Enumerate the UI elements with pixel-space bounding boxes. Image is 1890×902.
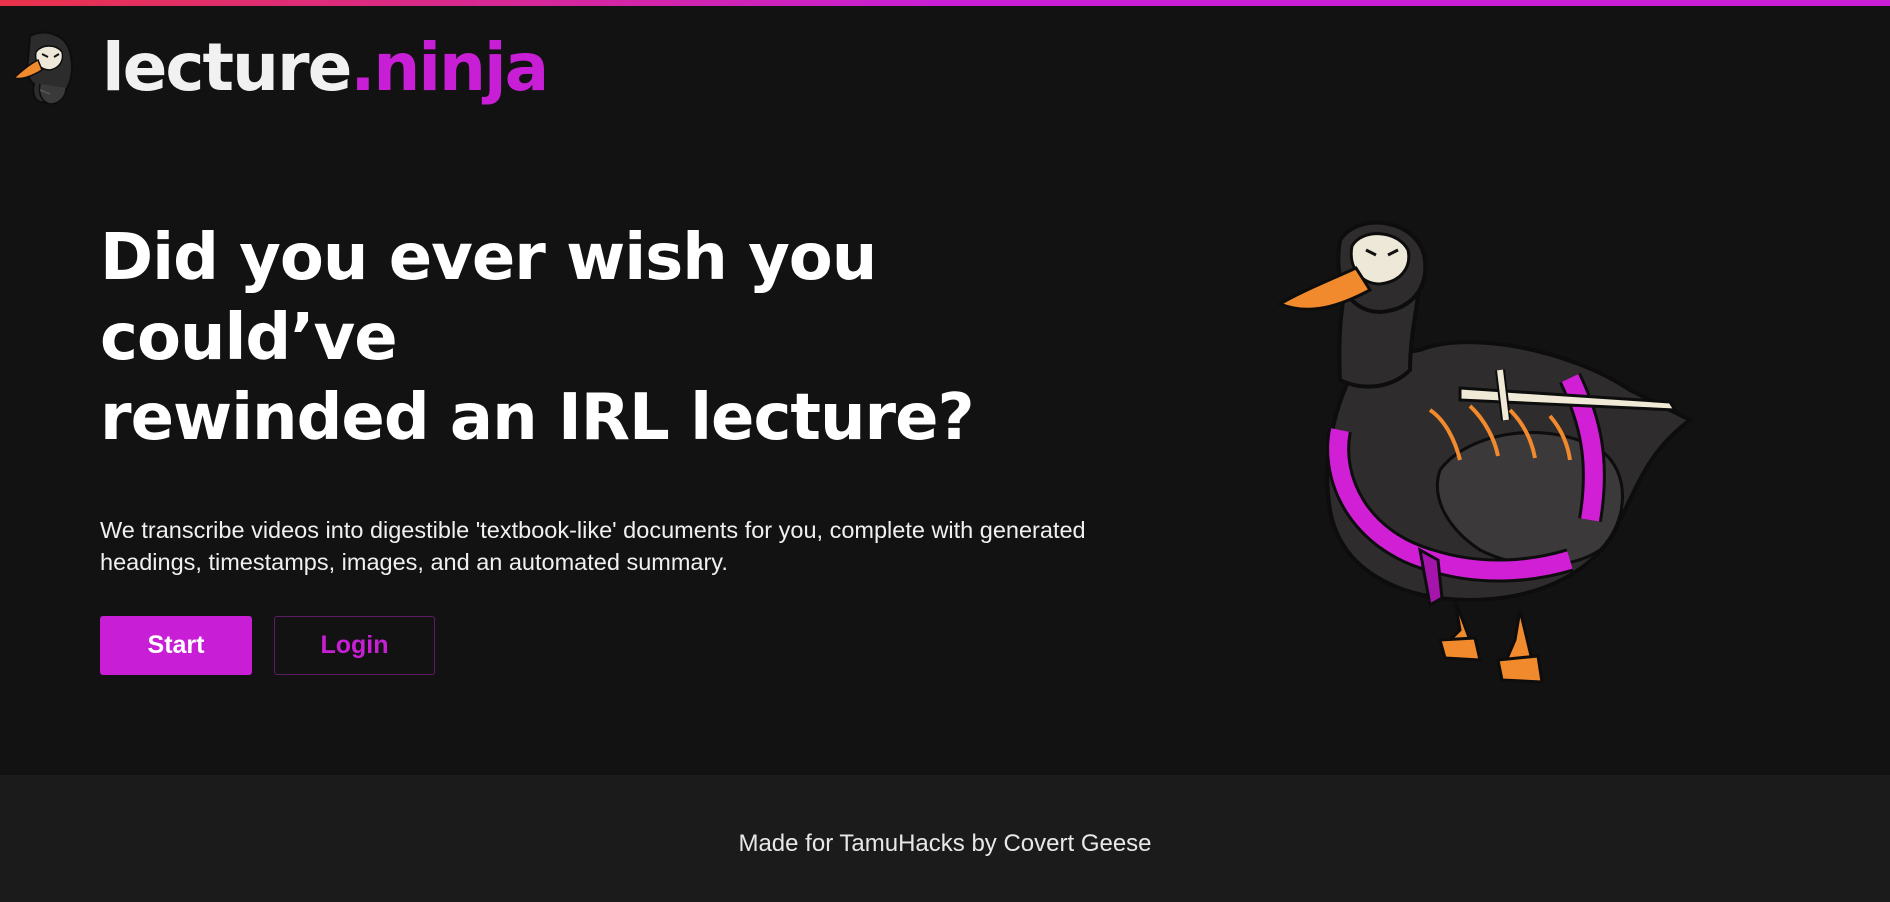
- hero-headline-line2: rewinded an IRL lecture?: [100, 381, 975, 455]
- site-header: lecture.ninja: [10, 28, 549, 108]
- ninja-goose-illustration: [1276, 220, 1694, 684]
- top-gradient-bar: [0, 0, 1890, 6]
- site-logo-text[interactable]: lecture.ninja: [102, 35, 549, 101]
- hero-description-line2: headings, timestamps, images, and an aut…: [100, 549, 728, 575]
- logo-text-ninja: .ninja: [350, 29, 549, 106]
- ninja-goose-icon[interactable]: [10, 30, 82, 106]
- hero-description: We transcribe videos into digestible 'te…: [100, 514, 1160, 578]
- start-button[interactable]: Start: [100, 616, 252, 675]
- hero-section: Did you ever wish you could’ve rewinded …: [100, 218, 1180, 675]
- logo-text-lecture: lecture: [102, 29, 352, 106]
- hero-description-line1: We transcribe videos into digestible 'te…: [100, 517, 1086, 543]
- hero-headline: Did you ever wish you could’ve rewinded …: [100, 218, 1180, 458]
- hero-headline-line1: Did you ever wish you could’ve: [100, 221, 877, 375]
- site-footer: Made for TamuHacks by Covert Geese: [0, 775, 1890, 902]
- footer-credit: Made for TamuHacks by Covert Geese: [738, 829, 1152, 857]
- login-button[interactable]: Login: [274, 616, 435, 675]
- hero-buttons: Start Login: [100, 616, 1180, 675]
